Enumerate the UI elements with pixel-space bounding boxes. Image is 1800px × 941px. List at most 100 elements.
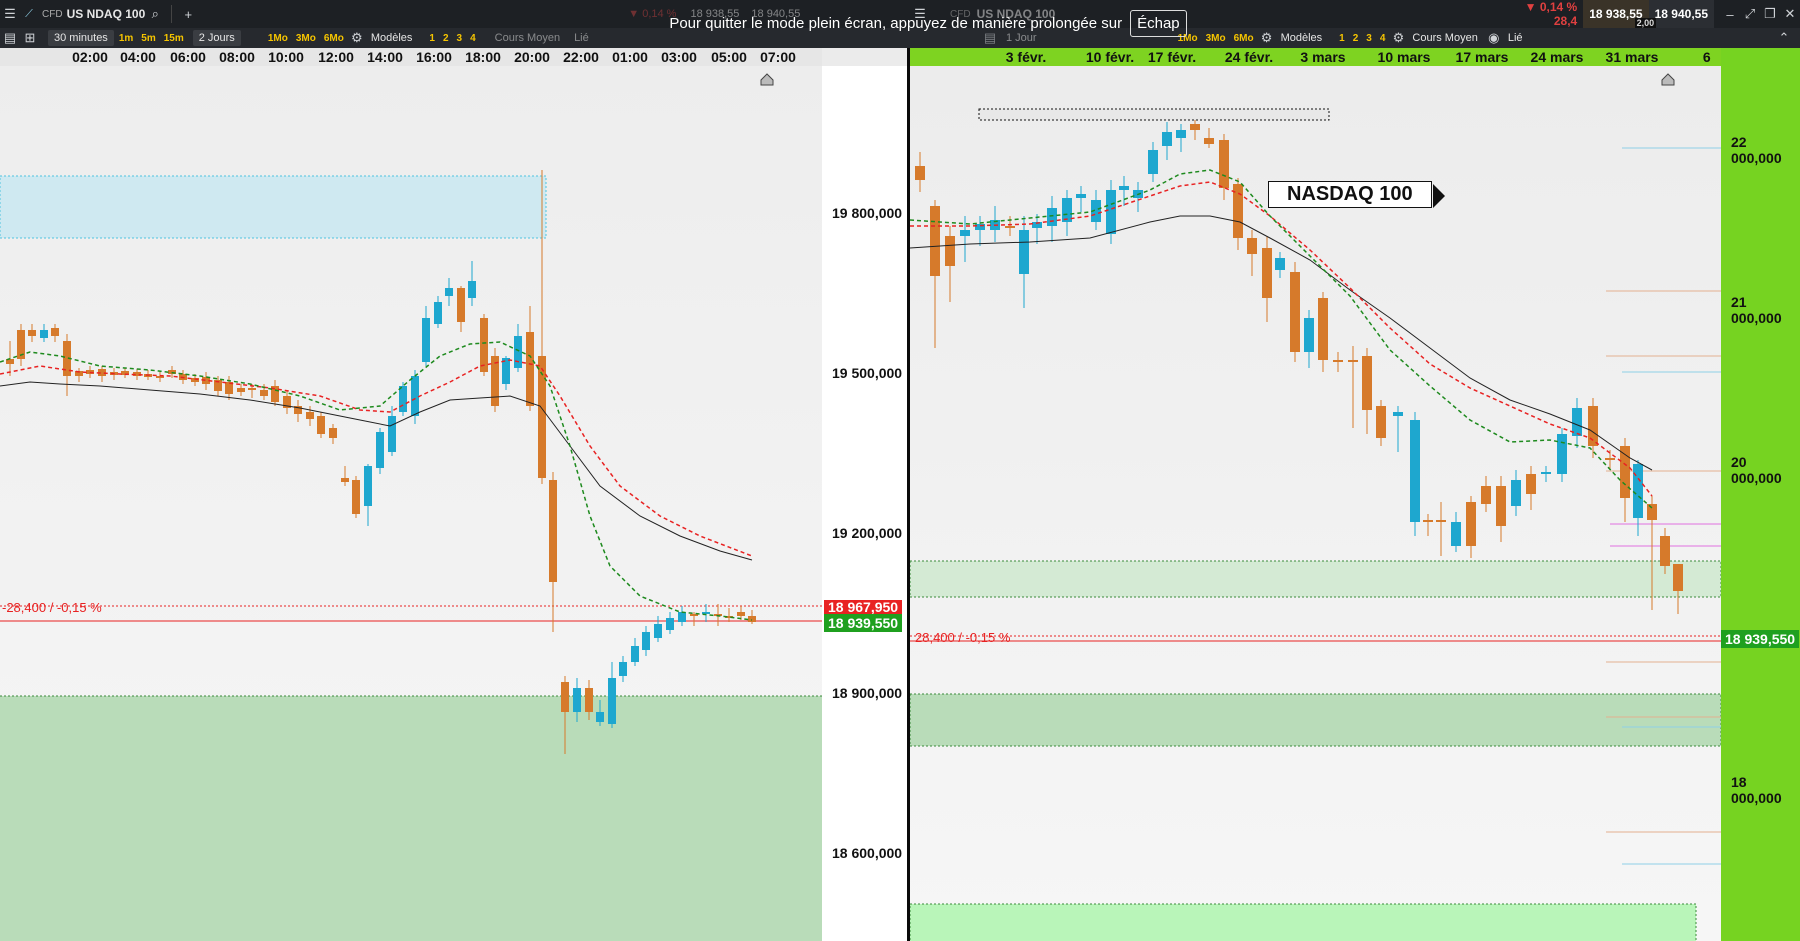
price-tick: 22 000,000 bbox=[1731, 134, 1782, 166]
bearish-candle bbox=[737, 612, 745, 616]
slot-4-button[interactable]: 4 bbox=[1377, 30, 1389, 46]
period-3mo-button[interactable]: 3Mo bbox=[293, 30, 319, 46]
slot-1-button[interactable]: 1 bbox=[1336, 30, 1348, 46]
slot-2-button[interactable]: 2 bbox=[440, 30, 452, 46]
price-tick: 18 900,000 bbox=[832, 685, 903, 701]
bullish-candle bbox=[514, 336, 522, 368]
templates-button[interactable]: Modèles bbox=[365, 30, 419, 46]
bullish-candle bbox=[1557, 434, 1567, 474]
slot-1-button[interactable]: 1 bbox=[426, 30, 438, 46]
time-tick: 05:00 bbox=[711, 49, 747, 65]
time-tick: 10 mars bbox=[1377, 49, 1431, 65]
slot-3-button[interactable]: 3 bbox=[454, 30, 466, 46]
time-tick: 3 mars bbox=[1300, 49, 1346, 65]
cours-moyen-button[interactable]: Cours Moyen bbox=[489, 30, 566, 46]
period-6mo-button[interactable]: 6Mo bbox=[321, 30, 347, 46]
left-chart-pane[interactable]: 02:00 04:00 06:00 08:00 10:00 12:00 14:00 16:00… bbox=[0, 48, 907, 941]
bearish-candle bbox=[1262, 248, 1272, 298]
instrument-type-tag: CFD bbox=[42, 8, 63, 20]
slot-4-button[interactable]: 4 bbox=[467, 30, 479, 46]
bearish-candle bbox=[561, 682, 569, 712]
right-price-axis[interactable]: 22 000,000 21 000,000 20 000,000 18 000,000 bbox=[1721, 48, 1800, 941]
time-tick: 18:00 bbox=[465, 49, 501, 65]
divider bbox=[171, 5, 173, 23]
change-percent: ▼ 0,14 % bbox=[1524, 0, 1578, 14]
escape-key[interactable]: Échap bbox=[1130, 9, 1187, 37]
bullish-candle bbox=[1633, 464, 1643, 518]
bullish-candle bbox=[422, 318, 430, 362]
scroll-marker-icon bbox=[760, 73, 774, 86]
left-chart-canvas[interactable] bbox=[0, 66, 822, 941]
bearish-candle bbox=[317, 416, 325, 434]
highlight-box bbox=[978, 108, 1330, 121]
time-tick: 03:00 bbox=[661, 49, 697, 65]
ema-fast-line bbox=[0, 341, 753, 621]
period-1mo-button[interactable]: 1Mo bbox=[265, 30, 291, 46]
price-tick: 20 000,000 bbox=[1731, 454, 1782, 486]
menu-icon[interactable]: ☰ bbox=[0, 4, 20, 24]
left-candlestick-chart[interactable] bbox=[0, 66, 822, 941]
time-tick: 17 févr. bbox=[1147, 49, 1197, 65]
bullish-candle bbox=[1451, 522, 1461, 546]
cours-moyen-button[interactable]: Cours Moyen bbox=[1406, 30, 1483, 46]
trading-workspace: ☰ ⟋ CFD US NDAQ 100 ⌕ + ▼ 0,14 % 18 938,… bbox=[0, 0, 1800, 941]
bearish-candle bbox=[1647, 504, 1657, 520]
linked-button[interactable]: Lié bbox=[1502, 30, 1529, 46]
expand-icon[interactable]: ⤢ bbox=[1740, 4, 1760, 24]
slot-3-button[interactable]: 3 bbox=[1363, 30, 1375, 46]
price-tick: 18 600,000 bbox=[832, 845, 903, 861]
bullish-candle bbox=[608, 678, 616, 724]
settings-icon[interactable]: ⚙ bbox=[1390, 28, 1406, 48]
time-tick: 04:00 bbox=[120, 49, 156, 65]
minimize-icon[interactable]: – bbox=[1720, 4, 1740, 24]
templates-button[interactable]: Modèles bbox=[1275, 30, 1329, 46]
bullish-candle bbox=[1511, 480, 1521, 506]
time-tick: 10:00 bbox=[268, 49, 304, 65]
timeframe-select[interactable]: 30 minutes bbox=[48, 30, 114, 46]
right-chart-pane[interactable]: 3 févr. 10 févr. 17 févr. 24 févr. 3 mars 10 … bbox=[910, 48, 1800, 941]
grid-layout-icon[interactable]: ⊞ bbox=[20, 28, 40, 48]
bullish-candle bbox=[1410, 420, 1420, 522]
bullish-candle bbox=[619, 662, 627, 676]
bearish-candle bbox=[585, 688, 593, 712]
bearish-candle bbox=[1005, 226, 1015, 228]
tf-1m-button[interactable]: 1m bbox=[116, 30, 136, 46]
range-select[interactable]: 2 Jours bbox=[192, 30, 241, 46]
templates-icon: ⚙ bbox=[1260, 30, 1273, 45]
search-icon[interactable]: ⌕ bbox=[145, 4, 165, 24]
bearish-candle bbox=[1423, 520, 1433, 522]
bullish-candle bbox=[960, 230, 970, 236]
bullish-candle bbox=[1176, 130, 1186, 138]
bullish-candle bbox=[376, 432, 384, 468]
change-annotation: -28,400 / -0,15 % bbox=[2, 600, 102, 615]
time-tick: 16:00 bbox=[416, 49, 452, 65]
collapse-icon[interactable]: ⌃ bbox=[1774, 28, 1794, 48]
bearish-candle bbox=[352, 480, 360, 514]
tf-5m-button[interactable]: 5m bbox=[138, 30, 158, 46]
bullish-candle bbox=[1148, 150, 1158, 174]
bearish-candle bbox=[1436, 520, 1446, 522]
bullish-candle bbox=[1047, 208, 1057, 226]
popout-icon[interactable]: ❐ bbox=[1760, 4, 1780, 24]
bullish-candle bbox=[411, 376, 419, 416]
bearish-candle bbox=[1333, 360, 1343, 362]
bearish-candle bbox=[1348, 360, 1358, 362]
slot-2-button[interactable]: 2 bbox=[1350, 30, 1362, 46]
left-price-axis[interactable]: 19 800,000 19 500,000 19 200,000 18 900,000… bbox=[822, 66, 907, 941]
ask-box[interactable]: 18 940,55 2,00 bbox=[1634, 0, 1714, 28]
panel-toggle-icon[interactable]: ▤ bbox=[0, 28, 20, 48]
instrument-name[interactable]: US NDAQ 100 bbox=[67, 7, 146, 21]
close-icon[interactable]: ✕ bbox=[1780, 4, 1800, 24]
time-tick: 12:00 bbox=[318, 49, 354, 65]
right-time-axis: 3 févr. 10 févr. 17 févr. 24 févr. 3 mars 10 … bbox=[910, 48, 1727, 81]
bearish-candle bbox=[248, 388, 256, 390]
add-tab-icon[interactable]: + bbox=[178, 4, 198, 24]
linked-button[interactable]: Lié bbox=[568, 30, 595, 46]
time-tick: 20:00 bbox=[514, 49, 550, 65]
time-tick: 02:00 bbox=[72, 49, 108, 65]
bearish-candle bbox=[51, 328, 59, 336]
bearish-candle bbox=[28, 330, 36, 336]
tf-15m-button[interactable]: 15m bbox=[161, 30, 187, 46]
nasdaq-label-annotation[interactable]: NASDAQ 100 bbox=[1268, 181, 1445, 208]
eye-icon[interactable]: ◉ bbox=[1486, 28, 1502, 48]
